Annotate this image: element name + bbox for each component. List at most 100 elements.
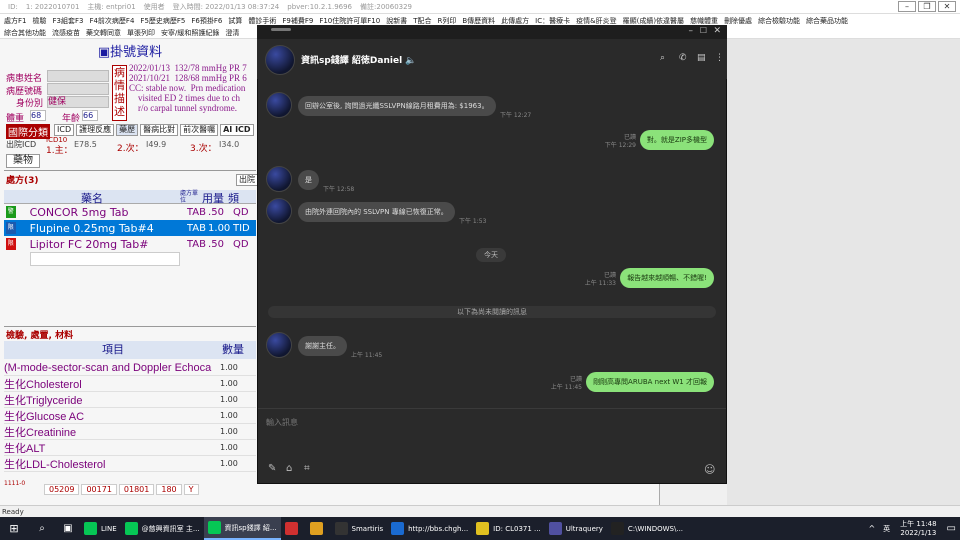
menu-item[interactable]: B傳歷資料 bbox=[462, 16, 495, 26]
his-tab[interactable]: 醫病比對 bbox=[140, 124, 179, 136]
restore-button[interactable]: ❐ bbox=[918, 1, 936, 12]
screenshot-icon[interactable]: ⌗ bbox=[304, 463, 310, 474]
taskbar-app[interactable]: Smartiris bbox=[331, 517, 388, 540]
proc-qty: 1.00 bbox=[220, 427, 238, 436]
proc-row[interactable]: 生化ALT 1.00 bbox=[4, 440, 256, 456]
menu-item[interactable]: 羅顯(成績)依違醫屬 bbox=[623, 16, 684, 26]
proc-row[interactable]: 生化Glucose AC 1.00 bbox=[4, 408, 256, 424]
message-bubble-in[interactable]: 由院外連回院內的 SSLVPN 專線已恢復正常。 bbox=[298, 202, 455, 222]
search-icon[interactable]: ⌕ bbox=[660, 53, 665, 63]
avatar[interactable] bbox=[266, 166, 292, 192]
menu-item[interactable]: R列印 bbox=[437, 16, 456, 26]
proc-qty: 1.00 bbox=[220, 363, 238, 372]
taskbar-app[interactable] bbox=[306, 517, 331, 540]
menu-item[interactable]: 處方F1 bbox=[4, 16, 26, 26]
menu-item[interactable]: 檢驗 bbox=[32, 16, 46, 26]
app-icon bbox=[610, 522, 624, 535]
menu-item[interactable]: F3組套F3 bbox=[52, 16, 83, 26]
message-bubble-out[interactable]: 剛剛高專問ARUBA next W1 才回報 bbox=[586, 372, 714, 392]
discharge-button[interactable]: 出院 bbox=[236, 174, 258, 186]
menu-item[interactable]: F4前次病歷F4 bbox=[89, 16, 134, 26]
close-button[interactable]: ✕ bbox=[938, 1, 956, 12]
message-bubble-in[interactable]: 謝謝主任。 bbox=[298, 336, 347, 356]
message-bubble-out[interactable]: 報告越來越順暢、不錯喔! bbox=[620, 268, 714, 288]
taskbar-app[interactable]: @慈興資訊室 主... bbox=[121, 517, 204, 540]
menu-item[interactable]: 單張列印 bbox=[127, 28, 155, 38]
search-button[interactable]: ⌕ bbox=[28, 517, 56, 540]
task-view-button[interactable]: ▣ bbox=[56, 517, 80, 540]
avatar[interactable] bbox=[265, 45, 295, 75]
proc-row[interactable]: 生化Creatinine 1.00 bbox=[4, 424, 256, 440]
icd-third-code[interactable]: I34.0 bbox=[219, 140, 257, 149]
menu-item[interactable]: F5歷史病歷F5 bbox=[140, 16, 185, 26]
maximize-icon[interactable]: ☐ bbox=[700, 26, 707, 35]
his-tab[interactable]: AI ICD bbox=[220, 124, 254, 136]
menu-item[interactable]: 澄清 bbox=[225, 28, 239, 38]
menu-item[interactable]: 流感疫苗 bbox=[52, 28, 80, 38]
minimize-icon[interactable]: – bbox=[689, 26, 694, 36]
avatar[interactable] bbox=[266, 198, 292, 224]
clock[interactable]: 上午 11:48 2022/1/13 bbox=[894, 517, 942, 540]
message-input[interactable]: 輸入訊息 bbox=[266, 417, 298, 428]
call-icon[interactable]: ✆ bbox=[679, 53, 687, 63]
tab-drug[interactable]: 藥物 bbox=[6, 154, 40, 168]
message-bubble-in[interactable]: 是 bbox=[298, 170, 319, 190]
drug-row[interactable]: 限 Lipitor FC 20mg Tab# TAB .50 QD bbox=[4, 236, 256, 252]
start-button[interactable]: ⊞ bbox=[0, 517, 28, 540]
avatar[interactable] bbox=[266, 332, 292, 358]
taskbar-app[interactable]: LINE bbox=[80, 517, 121, 540]
avatar[interactable] bbox=[266, 92, 292, 118]
close-icon[interactable]: ✕ bbox=[713, 26, 721, 36]
menu-item[interactable]: F6預掛F6 bbox=[191, 16, 222, 26]
drug-row[interactable]: 限 Flupine 0.25mg Tab#4 TAB 1.00 TID bbox=[4, 220, 256, 236]
taskbar-app[interactable]: C:\WINDOWS\... bbox=[607, 517, 687, 540]
message-bubble-out[interactable]: 對。就是ZIP多機型 bbox=[639, 130, 714, 150]
proc-row[interactable]: 生化Triglyceride 1.00 bbox=[4, 392, 256, 408]
menu-item[interactable]: 藥交轉同意 bbox=[86, 28, 121, 38]
proc-row[interactable]: 生化Cholesterol 1.00 bbox=[4, 376, 256, 392]
tray-expand[interactable]: ^ bbox=[864, 517, 879, 540]
menu-item[interactable]: 體診手術 bbox=[248, 16, 276, 26]
taskbar-app[interactable]: ID: CL0371 ... bbox=[472, 517, 545, 540]
menu-item[interactable]: 說新書 bbox=[386, 16, 407, 26]
drug-row[interactable]: 警 CONCOR 5mg Tab TAB .50 QD bbox=[4, 204, 256, 220]
taskbar-app[interactable] bbox=[281, 517, 306, 540]
menu-item[interactable]: T配合 bbox=[413, 16, 431, 26]
menu-item[interactable]: 慈幟體重 bbox=[690, 16, 718, 26]
drag-handle-icon[interactable] bbox=[271, 28, 291, 31]
his-tab[interactable]: ICD bbox=[54, 124, 75, 136]
menu-item[interactable]: 綜合藥品功能 bbox=[806, 16, 848, 26]
menu-item[interactable]: IC：醫療卡 bbox=[535, 16, 570, 26]
taskbar-app[interactable]: Ultraquery bbox=[545, 517, 607, 540]
notification-button[interactable]: ▭ bbox=[943, 517, 960, 540]
menu-item[interactable]: 此傳處方 bbox=[501, 16, 529, 26]
icd-main-code[interactable]: E78.5 bbox=[74, 140, 114, 149]
ime-indicator[interactable]: 英 bbox=[879, 517, 894, 540]
more-icon[interactable]: ⋮ bbox=[715, 53, 724, 63]
his-tab[interactable]: 護理反應 bbox=[76, 124, 115, 136]
attach-icon[interactable]: ✎ bbox=[268, 463, 276, 474]
menu-item[interactable]: 試算 bbox=[228, 16, 242, 26]
his-tab[interactable]: 藥歷 bbox=[116, 124, 139, 136]
message-bubble-in[interactable]: 回辦公室後, 詢問過光纖SSLVPN線路月租費用為: $1963。 bbox=[298, 96, 496, 116]
menu-item[interactable]: 刪除優處 bbox=[724, 16, 752, 26]
emoji-icon[interactable]: ☺ bbox=[704, 463, 715, 476]
menu-item[interactable]: F10住院許可單F10 bbox=[319, 16, 380, 26]
menu-item[interactable]: F9補費F9 bbox=[282, 16, 313, 26]
menu-item[interactable]: 綜合檢驗功能 bbox=[758, 16, 800, 26]
proc-row[interactable]: 生化LDL-Cholesterol 1.00 bbox=[4, 456, 256, 472]
icd-second-code[interactable]: I49.9 bbox=[146, 140, 186, 149]
taskbar-app[interactable]: http://bbs.chgh... bbox=[387, 517, 472, 540]
minimize-button[interactable]: – bbox=[898, 1, 916, 12]
menu-item[interactable]: 疫情&肝炎登 bbox=[576, 16, 616, 26]
drug-flag-icon: 限 bbox=[6, 238, 16, 250]
menu-item[interactable]: 綜合其他功能 bbox=[4, 28, 46, 38]
bookmark-icon[interactable]: ⌂ bbox=[286, 463, 292, 474]
proc-row[interactable]: (M-mode-sector-scan and Doppler Echoca 1.… bbox=[4, 360, 256, 376]
taskbar-app-label: @慈興資訊室 主... bbox=[141, 524, 200, 533]
taskbar-app[interactable]: 資訊sp錢譯 紹... bbox=[203, 517, 281, 540]
his-tab[interactable]: 前次醫囑 bbox=[180, 124, 219, 136]
drug-new-entry[interactable] bbox=[30, 252, 180, 266]
notes-icon[interactable]: ▤ bbox=[697, 53, 706, 63]
menu-item[interactable]: 安寧/緩和照護紀錄 bbox=[161, 28, 219, 38]
